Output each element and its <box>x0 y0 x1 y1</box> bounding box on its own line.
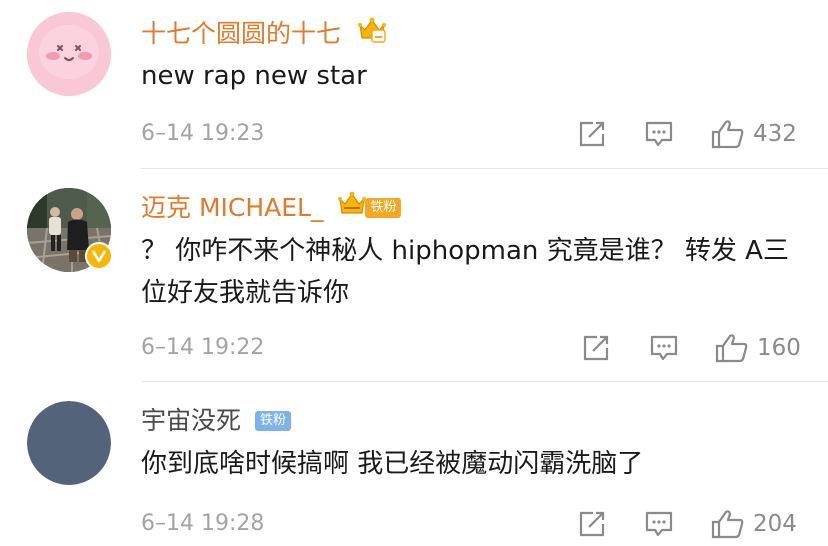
comment-icon <box>645 511 673 537</box>
avatar[interactable] <box>27 12 111 96</box>
comment-text: 你到底啥时候搞啊 我已经被魔动闪霸洗脑了 <box>141 449 644 479</box>
fan-badge[interactable]: 铁粉 <box>365 198 402 218</box>
avatar[interactable] <box>27 401 111 485</box>
like-button[interactable]: 432 <box>711 119 797 149</box>
username-row: 迈克 MICHAEL_ 铁粉 <box>141 191 402 225</box>
verified-badge-icon <box>85 242 113 270</box>
slate-blue-avatar <box>27 401 111 485</box>
crown-icon <box>357 16 387 52</box>
comment-button[interactable] <box>644 509 674 539</box>
username[interactable]: 十七个圆圆的十七 <box>141 19 341 48</box>
username-row: 宇宙没死 铁粉 <box>141 404 291 437</box>
thumbs-up-icon <box>715 334 748 363</box>
comment-meta: 6–14 19:22 160 <box>0 333 828 363</box>
comment-icon <box>645 121 673 147</box>
share-icon <box>583 335 609 361</box>
like-count: 432 <box>753 121 797 147</box>
username[interactable]: 迈克 MICHAEL_ <box>141 193 323 222</box>
divider <box>141 168 828 169</box>
avatar[interactable] <box>27 188 113 272</box>
pink-round-cartoon-avatar <box>27 12 111 96</box>
timestamp: 6–14 19:28 <box>141 511 265 536</box>
thumbs-up-icon <box>711 510 744 539</box>
like-button[interactable]: 204 <box>711 509 797 539</box>
fan-badge[interactable]: 铁粉 <box>254 411 291 431</box>
divider <box>141 381 828 382</box>
timestamp: 6–14 19:23 <box>141 121 265 146</box>
share-icon <box>579 121 605 147</box>
share-button[interactable] <box>577 509 607 539</box>
thumbs-up-icon <box>711 120 744 149</box>
share-icon <box>579 511 605 537</box>
like-count: 160 <box>757 335 801 361</box>
share-button[interactable] <box>577 119 607 149</box>
comment-icon <box>650 335 678 361</box>
comment-meta: 6–14 19:28 204 <box>0 509 828 539</box>
username-row: 十七个圆圆的十七 <box>141 16 387 52</box>
like-button[interactable]: 160 <box>715 333 801 363</box>
comment-meta: 6–14 19:23 432 <box>0 119 828 149</box>
comment-text: new rap new star <box>141 61 367 91</box>
comment-button[interactable] <box>644 119 674 149</box>
username[interactable]: 宇宙没死 <box>141 406 241 435</box>
share-button[interactable] <box>581 333 611 363</box>
comment-button[interactable] <box>649 333 679 363</box>
timestamp: 6–14 19:22 <box>141 335 265 360</box>
comment-text: ？ 你咋不来个神秘人 hiphopman 究竟是谁？ 转发 A三位好友我就告诉你 <box>141 236 789 308</box>
crown-icon <box>337 191 367 225</box>
like-count: 204 <box>753 511 797 537</box>
